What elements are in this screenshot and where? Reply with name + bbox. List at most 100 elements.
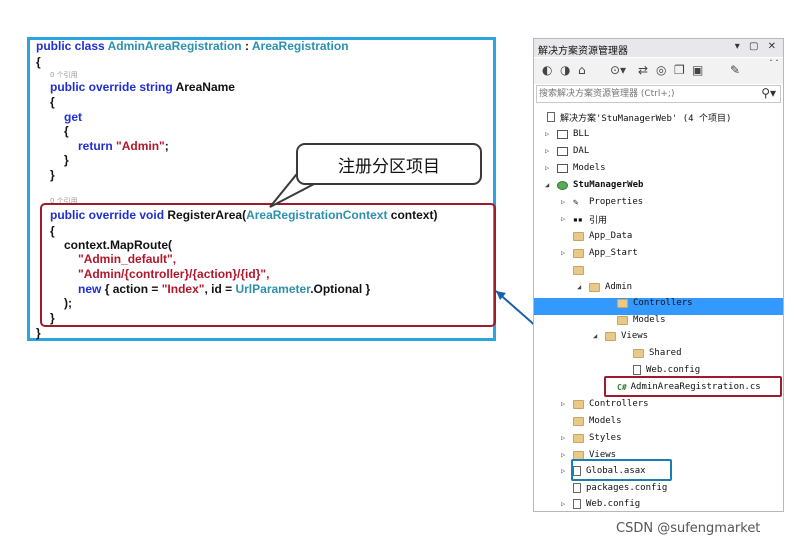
forward-icon[interactable]: ◑ [560,63,570,77]
tree-label: BLL [573,129,590,139]
project-icon [557,146,568,156]
tree-references[interactable]: ▷ ▪▪ 引用 [561,211,607,227]
copy-icon[interactable]: ❐ [674,63,685,77]
expand-arrow-icon[interactable]: ▷ [561,434,573,442]
tree-label: Controllers [633,298,693,308]
folder-open-icon [589,282,600,292]
config-file-icon [573,499,581,509]
explorer-search[interactable]: ⚲▾ [536,85,781,103]
search-icon[interactable]: ⚲▾ [761,86,776,100]
collapse-icon[interactable]: ◎ [656,63,666,77]
expand-arrow-icon[interactable]: ▷ [561,400,573,408]
folder-icon [573,433,584,443]
tree-label: Models [589,416,622,426]
tree-models-project[interactable]: ▷ Models [545,160,606,176]
param-type: AreaRegistrationContext [246,208,388,222]
keyword: public class [36,39,105,53]
solution-explorer: 解决方案资源管理器 ▾ ▢ ✕ ◐ ◑ ⌂ ⊙▾ ⇄ ◎ ❐ ▣ ✎ ˙˙ ⚲▾… [533,38,784,512]
base-class: AreaRegistration [251,39,349,53]
tree-label: StuManagerWeb [573,180,644,190]
folder-icon [573,416,584,426]
colon: : [244,39,249,53]
string-literal: "Admin" [116,139,165,153]
expand-arrow-icon[interactable]: ▷ [545,164,557,172]
project-icon [557,163,568,173]
config-file-icon [573,483,581,493]
wrench-icon[interactable]: ✎ [730,63,740,77]
class-name: AdminAreaRegistration [107,39,242,53]
expand-arrow-icon[interactable]: ▷ [561,500,573,508]
brace: { [64,124,69,138]
tree-packages-config[interactable]: packages.config [573,480,667,496]
tree-shared[interactable]: Shared [633,345,682,361]
tree-admin-models[interactable]: Models [617,312,666,328]
folder-icon [617,298,628,308]
collapse-arrow-icon[interactable]: ◢ [561,266,573,274]
tree-app-data[interactable]: App_Data [573,228,632,244]
folder-icon [573,248,584,258]
keyword: get [64,110,82,124]
tree-label: Web.config [646,365,701,375]
tree-admin-views[interactable]: ◢ Views [593,328,648,344]
callout-register-area: 注册分区项目 [296,143,482,185]
properties-icon[interactable]: ▣ [692,63,703,77]
tree-label: Controllers [589,399,649,409]
expand-arrow-icon[interactable]: ▷ [561,215,573,223]
tree-controllers[interactable]: ▷ Controllers [561,396,649,412]
tree-areas[interactable]: ◢ Areas [561,262,616,278]
folder-icon [633,348,644,358]
defaults-text: { action = [104,282,162,296]
maproute-call: context.MapRoute( [64,238,172,252]
brace: { [50,224,55,238]
collapse-arrow-icon[interactable]: ◢ [593,332,605,340]
history-icon[interactable]: ⊙▾ [610,63,626,77]
folder-open-icon [605,331,616,341]
brace: { [36,55,41,69]
brace: } [64,153,69,167]
tree-web-project[interactable]: ◢ StuManagerWeb [545,177,643,193]
method-declaration: public override void RegisterArea(AreaRe… [50,208,437,222]
watermark: CSDN @sufengmarket [616,521,761,536]
expand-arrow-icon[interactable]: ▷ [561,249,573,257]
tree-models[interactable]: Models [573,413,622,429]
window-buttons[interactable]: ▾ ▢ ✕ [735,41,779,52]
keyword: return [78,139,113,153]
tree-bll[interactable]: ▷ BLL [545,126,589,142]
route-defaults: new { action = "Index", id = UrlParamete… [78,282,370,296]
string-literal: "Index" [161,282,205,296]
tree-properties[interactable]: ▷ ✎ Properties [561,194,643,210]
more-icon[interactable]: ˙˙ [768,58,780,72]
tree-dal[interactable]: ▷ DAL [545,143,589,159]
tree-admin[interactable]: ◢ Admin [577,279,632,295]
tree-solution[interactable]: 解决方案'StuManagerWeb' (4 个项目) [547,109,731,125]
tree-app-start[interactable]: ▷ App_Start [561,245,638,261]
tree-web-config[interactable]: ▷ Web.config [561,496,640,511]
tree-admin-controllers[interactable]: Controllers [617,295,693,311]
tree-label: Shared [649,348,682,358]
tree-label: Admin [605,282,633,292]
getter: get [64,110,82,124]
explorer-titlebar: 解决方案资源管理器 ▾ ▢ ✕ [534,39,783,57]
close-paren: ); [64,296,72,310]
route-name-string: "Admin_default", [78,252,177,266]
back-icon[interactable]: ◐ [542,63,552,77]
method-name: RegisterArea( [167,208,247,222]
collapse-arrow-icon[interactable]: ◢ [545,181,557,189]
reference-count[interactable]: 0 个引用 [50,70,78,80]
tree-label: App_Start [589,248,638,258]
property-declaration: public override string AreaName [50,80,235,94]
folder-icon [573,231,584,241]
expand-arrow-icon[interactable]: ▷ [545,147,557,155]
refresh-icon[interactable]: ⇄ [638,63,648,77]
tree-label: Areas [589,265,617,275]
tree-styles[interactable]: ▷ Styles [561,430,622,446]
expand-arrow-icon[interactable]: ▷ [561,198,573,206]
param-name: context) [390,208,438,222]
expand-arrow-icon[interactable]: ▷ [561,451,573,459]
collapse-arrow-icon[interactable]: ◢ [577,283,589,291]
expand-arrow-icon[interactable]: ▷ [545,130,557,138]
search-input[interactable] [539,87,749,101]
folder-icon [617,315,628,325]
home-icon[interactable]: ⌂ [578,63,586,77]
web-project-icon [557,180,568,190]
